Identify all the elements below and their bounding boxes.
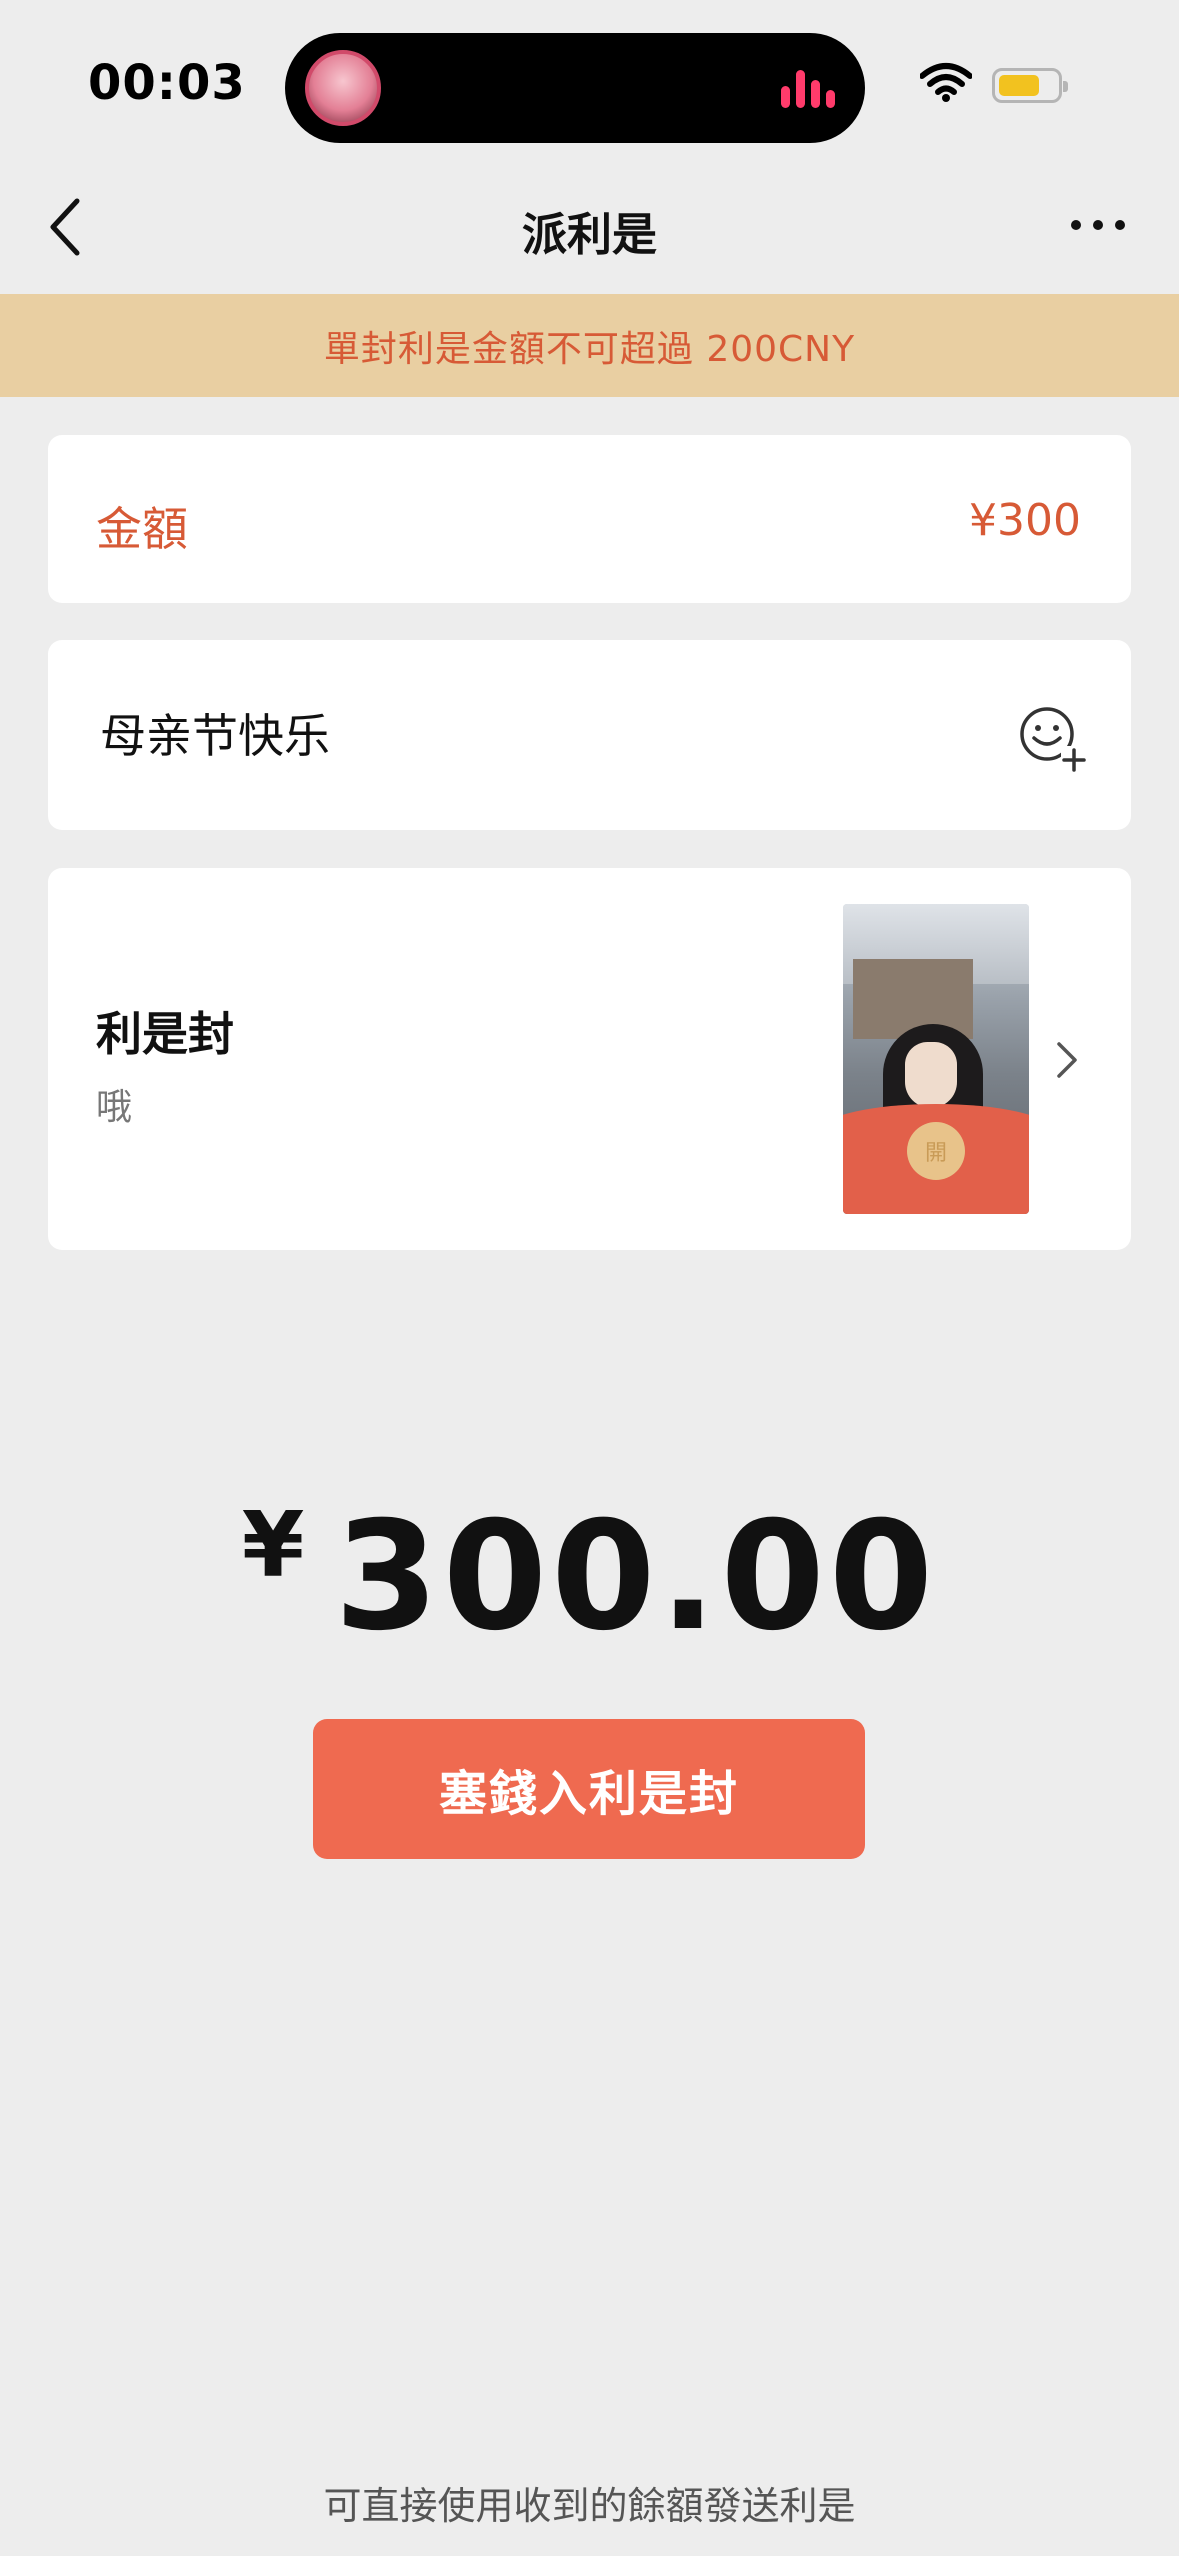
total-amount-display: ¥300.00 (0, 1490, 1179, 1664)
send-red-packet-button[interactable]: 塞錢入利是封 (313, 1719, 865, 1859)
more-options-icon[interactable] (1068, 210, 1128, 240)
cover-title: 利是封 (96, 1007, 234, 1061)
open-seal: 開 (907, 1122, 965, 1180)
status-time: 00:03 (88, 55, 246, 111)
wifi-icon (920, 63, 972, 102)
now-playing-avatar (305, 50, 381, 126)
total-currency: ¥ (241, 1493, 305, 1598)
red-packet-cover-selector[interactable]: 利是封 哦 開 (48, 868, 1131, 1250)
blessing-message-field[interactable]: 母亲节快乐 (48, 640, 1131, 830)
amount-label: 金額 (96, 502, 188, 556)
send-red-packet-screen: 00:03 派利是 單封利是金額不可超過 200CNY 金額 ¥300 母亲节快… (0, 0, 1179, 2556)
dynamic-island[interactable] (285, 33, 865, 143)
amount-field[interactable]: 金額 ¥300 (48, 435, 1131, 603)
cover-subtitle: 哦 (96, 1087, 133, 1128)
cover-preview-image[interactable]: 開 (843, 904, 1029, 1214)
balance-note: 可直接使用收到的餘額發送利是 (323, 2484, 856, 2528)
amount-value[interactable]: ¥300 (969, 495, 1081, 546)
page-title: 派利是 (521, 208, 657, 261)
limit-notice-banner: 單封利是金額不可超過 200CNY (0, 294, 1179, 397)
chevron-right-icon[interactable] (1055, 1040, 1079, 1080)
emoji-add-icon[interactable] (1017, 704, 1087, 774)
audio-bars-icon (781, 68, 835, 108)
blessing-message-text[interactable]: 母亲节快乐 (100, 700, 330, 766)
battery-icon (992, 68, 1068, 103)
total-amount-value: 300.00 (334, 1490, 938, 1664)
